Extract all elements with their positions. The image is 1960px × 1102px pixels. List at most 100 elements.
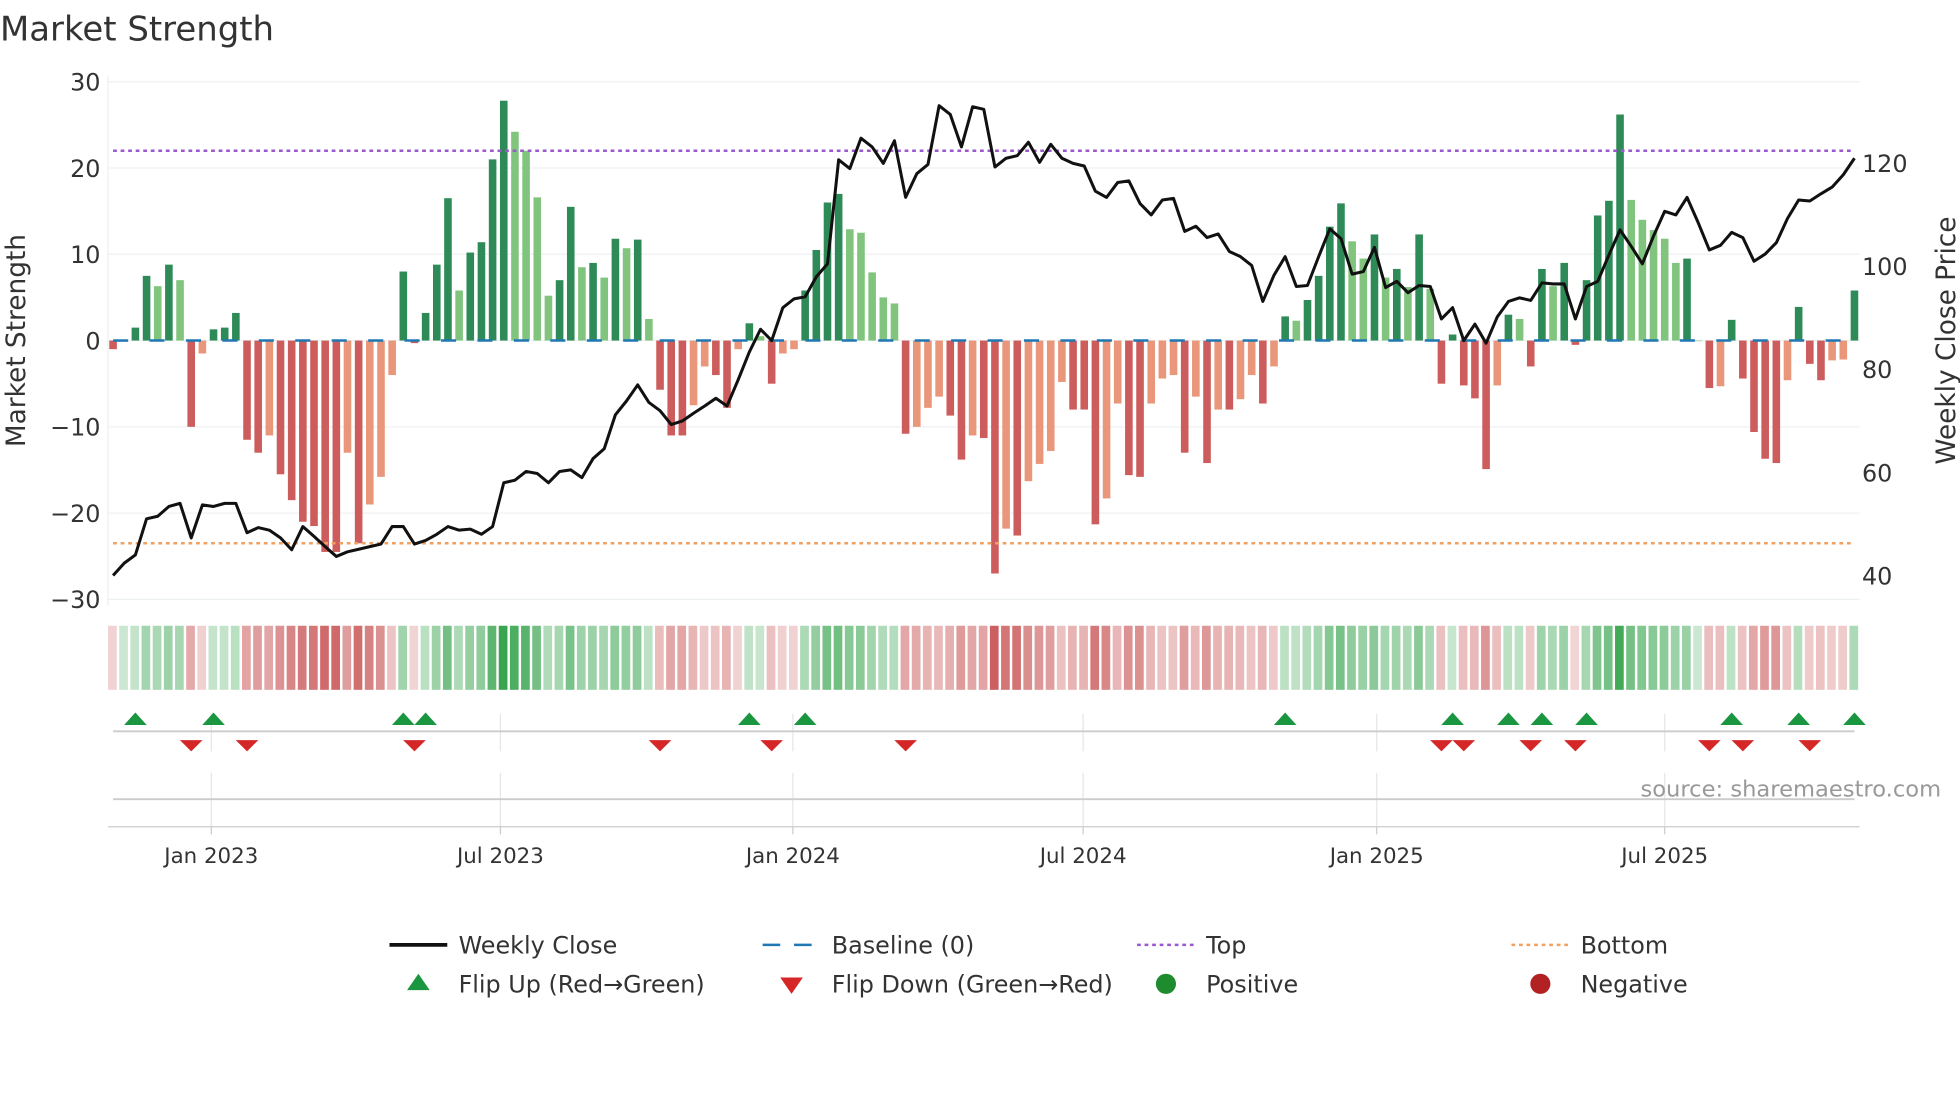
heat-cell — [509, 625, 519, 690]
heat-cell — [800, 625, 809, 690]
heat-cell — [1034, 625, 1044, 690]
strength-bar — [1348, 241, 1356, 341]
strength-bar — [1549, 286, 1557, 341]
heat-cell — [811, 625, 821, 690]
heat-cell — [1135, 625, 1144, 690]
strength-bar — [622, 248, 631, 341]
strength-bar — [321, 340, 329, 552]
heat-cell — [967, 625, 977, 690]
strength-bar — [198, 340, 207, 354]
strength-bar — [700, 340, 709, 367]
legend-label: Positive — [1206, 971, 1298, 999]
strength-bar — [1772, 340, 1781, 464]
heat-cell — [1045, 625, 1055, 690]
heat-cell — [699, 625, 709, 690]
strength-bar — [1504, 314, 1513, 341]
heat-cell — [1369, 625, 1379, 690]
heat-cell — [900, 625, 910, 690]
y2-tick-label: 60 — [1862, 459, 1892, 487]
heat-cell — [1335, 625, 1345, 690]
y-tick-label: 30 — [70, 69, 100, 97]
heat-cell — [855, 625, 865, 690]
strength-bar — [1437, 340, 1446, 384]
strength-bar — [1839, 340, 1848, 360]
strength-bar — [1850, 290, 1859, 341]
strength-bar — [220, 327, 229, 341]
legend-item-baseline-0: Baseline (0) — [762, 932, 974, 960]
y2-axis-title: Weekly Close Price — [1932, 216, 1960, 464]
strength-bar — [924, 340, 932, 408]
heat-cell — [777, 625, 787, 690]
strength-bar — [779, 340, 787, 354]
heat-cell — [1715, 625, 1725, 690]
heat-cell — [565, 625, 575, 690]
heat-cell — [1536, 625, 1546, 690]
heat-cell — [297, 625, 307, 690]
heat-cell — [108, 625, 117, 690]
heat-cell — [409, 625, 419, 690]
x-tick-label: Jan 2023 — [162, 844, 258, 869]
heat-cell — [331, 625, 341, 690]
heat-cell — [208, 625, 218, 690]
legend-item-positive: Positive — [1155, 971, 1298, 999]
strength-bar — [1828, 340, 1836, 361]
strength-bar — [879, 297, 888, 341]
strength-bar — [857, 232, 865, 341]
heat-cell — [152, 625, 162, 690]
flip-up-marker — [1530, 712, 1554, 726]
strength-bar — [1515, 318, 1524, 341]
heat-cell — [833, 625, 843, 690]
heat-cell — [710, 625, 720, 690]
heat-cell — [364, 625, 374, 690]
strength-bar — [1113, 340, 1122, 404]
circle-icon — [1155, 973, 1176, 994]
strength-bar — [846, 229, 854, 341]
x-tick-label: Jan 2024 — [744, 844, 840, 869]
heat-cell — [1358, 625, 1367, 690]
flip-up-marker — [1575, 712, 1598, 726]
heat-cell — [1793, 625, 1803, 690]
strength-bar — [1392, 268, 1401, 341]
strength-bar — [656, 340, 664, 390]
heat-cell — [554, 625, 564, 690]
strength-bar — [578, 267, 586, 341]
strength-bar — [176, 280, 184, 341]
heat-cell — [922, 625, 932, 690]
heat-cell — [1626, 625, 1635, 690]
legend-item-top: Top — [1137, 932, 1246, 960]
strength-bar — [1314, 275, 1323, 341]
heat-cell — [1815, 625, 1825, 690]
heat-cell — [867, 625, 876, 690]
strength-bar — [421, 312, 430, 341]
heat-cell — [1615, 625, 1624, 690]
strength-bar — [812, 249, 821, 341]
heat-cell — [576, 625, 586, 690]
heat-cell — [465, 625, 474, 690]
heat-cell — [632, 625, 642, 690]
heat-cell — [1213, 625, 1222, 690]
heat-cell — [431, 625, 441, 690]
legend-label: Flip Down (Green→Red) — [832, 971, 1113, 999]
heat-cell — [543, 625, 553, 690]
heat-cell — [442, 625, 452, 690]
heat-cell — [1402, 625, 1412, 690]
legend-label: Top — [1205, 932, 1246, 960]
heat-cell — [1827, 625, 1836, 690]
flip-up-marker — [1720, 712, 1743, 726]
strength-bar — [1326, 226, 1334, 341]
heat-cell — [1771, 625, 1781, 690]
strength-bar — [1560, 262, 1569, 341]
circle-icon — [1530, 973, 1551, 994]
flip-down-marker — [1731, 740, 1755, 752]
strength-bar — [968, 340, 977, 436]
strength-bar — [1493, 340, 1502, 386]
strength-bar — [1136, 340, 1144, 477]
heat-cell — [141, 625, 151, 690]
strength-bar — [499, 100, 508, 341]
heat-cell — [1012, 625, 1021, 690]
heat-cell — [375, 625, 385, 690]
strength-bar — [444, 198, 452, 341]
strength-bar — [1806, 340, 1814, 364]
strength-bar — [343, 340, 352, 453]
strength-bar — [1526, 340, 1535, 367]
